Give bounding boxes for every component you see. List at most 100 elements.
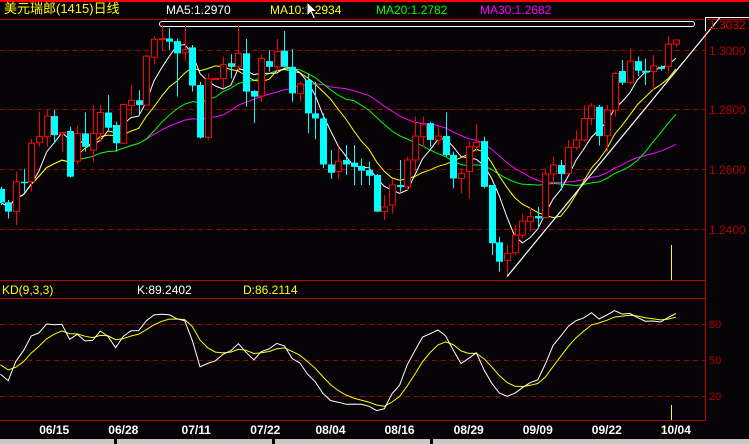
candle-up [120,103,127,144]
candle-down [328,164,335,173]
candle-down [427,123,434,140]
bottom-tab[interactable] [0,439,114,444]
candle-down [481,141,488,187]
candle-up [542,173,549,219]
candle-down [174,41,181,54]
candle-up [274,51,281,68]
candle-down [82,133,89,147]
candle-up [504,252,511,262]
candle-up [627,60,634,84]
candle-down [535,216,542,219]
range-scrollbar [159,21,695,27]
mouse-cursor-icon [306,1,319,20]
candle-up [404,159,411,188]
candle-up [389,184,396,206]
candle-up [74,132,81,162]
candle-down [596,106,603,137]
ma20-line [0,67,677,208]
candle-down [658,66,665,69]
bottom-tab[interactable] [433,439,749,444]
candle-up [235,52,242,68]
chart-canvas[interactable] [0,0,749,444]
candle-down [5,202,12,212]
kd-indicator-name: KD(9,3,3) [2,283,54,297]
candle-down [189,47,196,86]
candle-up [420,124,427,138]
kd-tick-label: 80 [709,318,722,331]
candle-down [51,116,58,136]
candle-up [673,39,680,45]
chart-title: 美元瑞郎(1415)日线 [4,1,120,16]
price-tick-label: 1.3000 [709,43,746,58]
candle-down [305,79,312,114]
candle-up [473,141,480,148]
candle-down [266,61,273,67]
bottom-tab[interactable] [117,439,272,444]
kd-d-readout: D:86.2114 [243,283,298,297]
candle-down [351,162,358,167]
candle-down [635,61,642,71]
candle-up [97,111,104,134]
date-tick-label: 09/09 [522,423,553,437]
candle-down [0,188,5,203]
candle-down [228,63,235,67]
candle-up [458,172,465,179]
candle-down [343,159,350,165]
candle-down [397,185,404,188]
date-tick-label: 08/04 [315,423,346,437]
kd-tick-label: 50 [709,354,722,367]
candle-up [650,65,657,73]
price-tick-label: 1.2800 [709,102,746,117]
candle-up [519,220,526,236]
candle-down [366,170,373,176]
date-tick-label: 08/16 [384,423,415,437]
date-tick-label: 06/28 [108,423,139,437]
candle-up [335,160,342,173]
candle-up [665,43,672,68]
price-tick-label: 1.2400 [709,222,746,237]
candle-down [243,53,250,92]
date-tick-label: 07/22 [250,423,281,437]
candle-down [67,130,74,177]
candle-up [512,234,519,254]
candle-up [581,117,588,141]
candle-up [527,216,534,223]
date-tick-label: 06/15 [39,423,70,437]
kd-k-readout: K:89.2402 [137,283,192,297]
bottom-tab[interactable] [275,439,430,444]
candle-up [182,49,189,54]
trendline [506,17,721,278]
candle-down [443,136,450,156]
candle-up [143,55,150,106]
candle-down [374,174,381,212]
candle-down [166,38,173,42]
candle-up [588,105,595,119]
candle-down [450,154,457,179]
ma30-readout: MA30:1.2682 [480,3,552,17]
candle-down [105,112,112,128]
candle-down [558,165,565,174]
candle-up [412,135,419,161]
candle-down [21,181,28,184]
candle-down [496,242,503,262]
candle-up [220,63,227,79]
date-tick-label: 08/29 [453,423,484,437]
candle-up [90,132,97,151]
candle-up [550,164,557,175]
candle-up [159,37,166,40]
price-tick-label: 1.2600 [709,162,746,177]
candle-down [136,100,143,106]
candle-up [151,38,158,58]
date-tick-label: 10/04 [660,423,691,437]
candle-up [435,135,442,141]
candle-down [289,66,296,94]
candle-up [466,146,473,173]
ma20-readout: MA20:1.2782 [376,3,448,17]
last-price-label: 1.3032 [705,17,749,32]
candle-down [312,113,319,119]
ma5-readout: MA5:1.2970 [166,3,231,17]
candle-down [281,50,288,67]
candle-up [128,99,135,107]
candle-up [13,181,20,213]
candle-down [320,118,327,165]
